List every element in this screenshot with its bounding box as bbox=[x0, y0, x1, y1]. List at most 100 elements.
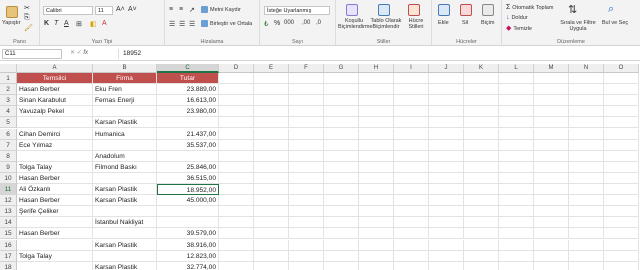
cell-d18[interactable] bbox=[219, 261, 254, 270]
shrink-font-icon[interactable]: A˅ bbox=[128, 6, 137, 13]
cell-i18[interactable] bbox=[394, 261, 429, 270]
cell-a10[interactable]: Hasan Berber bbox=[17, 172, 93, 184]
align-left-icon[interactable]: ☰ bbox=[169, 20, 175, 28]
column-header-l[interactable]: L bbox=[499, 64, 534, 73]
cell-m15[interactable] bbox=[534, 228, 569, 240]
cell-l7[interactable] bbox=[499, 139, 534, 151]
underline-icon[interactable]: A bbox=[64, 20, 69, 27]
cell-n16[interactable] bbox=[569, 239, 604, 251]
cell-l13[interactable] bbox=[499, 206, 534, 218]
conditional-format-button[interactable]: Koşullu Biçimlendirme bbox=[338, 18, 373, 30]
cell-j18[interactable] bbox=[429, 261, 464, 270]
cell-a4[interactable]: Yavuzalp Pekel bbox=[17, 106, 93, 118]
cell-m3[interactable] bbox=[534, 95, 569, 107]
cell-j12[interactable] bbox=[429, 195, 464, 207]
column-header-d[interactable]: D bbox=[219, 64, 254, 73]
cell-l2[interactable] bbox=[499, 84, 534, 96]
column-header-j[interactable]: J bbox=[429, 64, 464, 73]
bold-icon[interactable]: K bbox=[44, 20, 49, 27]
cell-j2[interactable] bbox=[429, 84, 464, 96]
cell-e11[interactable] bbox=[254, 184, 289, 196]
cell-a1[interactable]: Temsilci bbox=[17, 73, 93, 85]
cell-b4[interactable] bbox=[93, 106, 157, 118]
cell-e16[interactable] bbox=[254, 239, 289, 251]
cell-d15[interactable] bbox=[219, 228, 254, 240]
cell-f8[interactable] bbox=[289, 150, 324, 162]
column-header-k[interactable]: K bbox=[464, 64, 499, 73]
cell-m12[interactable] bbox=[534, 195, 569, 207]
cell-m17[interactable] bbox=[534, 250, 569, 262]
row-header[interactable]: 15 bbox=[0, 228, 17, 240]
column-header-f[interactable]: F bbox=[289, 64, 324, 73]
cell-f14[interactable] bbox=[289, 217, 324, 229]
cell-k16[interactable] bbox=[464, 239, 499, 251]
cell-m11[interactable] bbox=[534, 184, 569, 196]
sort-filter-button[interactable]: Sırala ve Filtre Uygula bbox=[560, 20, 596, 32]
cell-j4[interactable] bbox=[429, 106, 464, 118]
cell-a3[interactable]: Sinan Karabulut bbox=[17, 95, 93, 107]
cell-k7[interactable] bbox=[464, 139, 499, 151]
cell-c10[interactable]: 36.515,00 bbox=[157, 172, 219, 184]
cell-e13[interactable] bbox=[254, 206, 289, 218]
cell-a7[interactable]: Ece Yılmaz bbox=[17, 139, 93, 151]
row-header[interactable]: 12 bbox=[0, 195, 17, 207]
cell-l4[interactable] bbox=[499, 106, 534, 118]
find-select-button[interactable]: Bul ve Seç bbox=[600, 20, 630, 26]
cell-l15[interactable] bbox=[499, 228, 534, 240]
cell-b8[interactable]: Anadolum bbox=[93, 150, 157, 162]
column-header-n[interactable]: N bbox=[569, 64, 604, 73]
cell-k11[interactable] bbox=[464, 184, 499, 196]
orientation-icon[interactable]: ↗ bbox=[189, 6, 195, 14]
cell-l14[interactable] bbox=[499, 217, 534, 229]
cell-k12[interactable] bbox=[464, 195, 499, 207]
row-header[interactable]: 14 bbox=[0, 217, 17, 229]
cell-l17[interactable] bbox=[499, 250, 534, 262]
cell-i17[interactable] bbox=[394, 250, 429, 262]
font-name-select[interactable]: Calibri bbox=[43, 6, 93, 15]
cell-a6[interactable]: Cihan Demirci bbox=[17, 128, 93, 140]
cell-i3[interactable] bbox=[394, 95, 429, 107]
cell-f2[interactable] bbox=[289, 84, 324, 96]
cell-n8[interactable] bbox=[569, 150, 604, 162]
cell-a14[interactable] bbox=[17, 217, 93, 229]
cell-f3[interactable] bbox=[289, 95, 324, 107]
delete-button[interactable]: Sil bbox=[462, 20, 468, 26]
cell-styles-button[interactable]: Hücre Stilleri bbox=[403, 18, 429, 30]
cell-h4[interactable] bbox=[359, 106, 394, 118]
cell-e17[interactable] bbox=[254, 250, 289, 262]
cell-i16[interactable] bbox=[394, 239, 429, 251]
cell-h5[interactable] bbox=[359, 117, 394, 129]
column-header-e[interactable]: E bbox=[254, 64, 289, 73]
cell-i2[interactable] bbox=[394, 84, 429, 96]
cell-a12[interactable]: Hasan Berber bbox=[17, 195, 93, 207]
cell-m10[interactable] bbox=[534, 172, 569, 184]
row-header[interactable]: 10 bbox=[0, 172, 17, 184]
cell-g1[interactable] bbox=[324, 73, 359, 85]
cell-l8[interactable] bbox=[499, 150, 534, 162]
cell-g15[interactable] bbox=[324, 228, 359, 240]
cell-d8[interactable] bbox=[219, 150, 254, 162]
cell-g8[interactable] bbox=[324, 150, 359, 162]
cell-h6[interactable] bbox=[359, 128, 394, 140]
row-header[interactable]: 13 bbox=[0, 206, 17, 218]
cell-k5[interactable] bbox=[464, 117, 499, 129]
cell-g12[interactable] bbox=[324, 195, 359, 207]
cell-g4[interactable] bbox=[324, 106, 359, 118]
format-button[interactable]: Biçim bbox=[481, 20, 494, 26]
cell-m18[interactable] bbox=[534, 261, 569, 270]
cell-e7[interactable] bbox=[254, 139, 289, 151]
cell-i10[interactable] bbox=[394, 172, 429, 184]
cell-d6[interactable] bbox=[219, 128, 254, 140]
cell-k15[interactable] bbox=[464, 228, 499, 240]
cell-n4[interactable] bbox=[569, 106, 604, 118]
cell-b18[interactable]: Karsan Plastik bbox=[93, 261, 157, 270]
cell-g2[interactable] bbox=[324, 84, 359, 96]
cell-b12[interactable]: Karsan Plastik bbox=[93, 195, 157, 207]
cell-o10[interactable] bbox=[604, 172, 639, 184]
cell-k6[interactable] bbox=[464, 128, 499, 140]
cell-b9[interactable]: Filmond Baskı bbox=[93, 161, 157, 173]
cell-n9[interactable] bbox=[569, 161, 604, 173]
cell-e18[interactable] bbox=[254, 261, 289, 270]
cell-g5[interactable] bbox=[324, 117, 359, 129]
cell-h1[interactable] bbox=[359, 73, 394, 85]
